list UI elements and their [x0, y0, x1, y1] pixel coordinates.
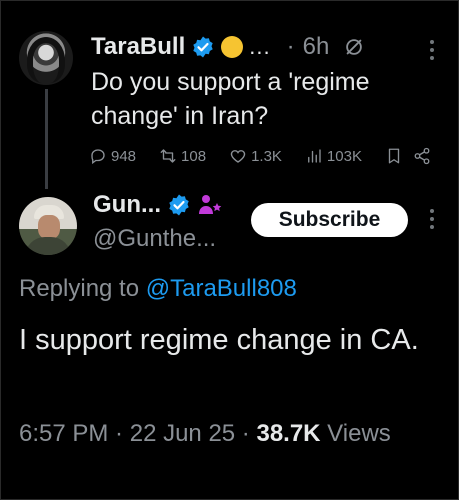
reply-more-icon[interactable] — [429, 208, 435, 230]
views-icon — [307, 149, 321, 163]
date-separator: · — [235, 420, 257, 447]
tweet-thread-frame: TaraBull ... · 6h Do you support a 'regi… — [0, 0, 459, 500]
affiliate-badge-icon — [199, 195, 222, 214]
avatar-body — [25, 237, 71, 255]
share-icon — [414, 147, 430, 165]
yellow-emoji-icon — [221, 36, 244, 58]
reply-author-name[interactable]: Gun... — [93, 191, 161, 219]
reply-button[interactable]: 948 — [89, 147, 136, 165]
repost-count: 108 — [181, 147, 207, 165]
parent-tweet-header: TaraBull ... · 6h — [91, 31, 365, 63]
thread-connector-line — [45, 89, 48, 189]
like-button[interactable]: 1.3K — [229, 147, 282, 165]
reply-avatar[interactable] — [19, 197, 77, 255]
replying-to-line: Replying to @TaraBull808 — [19, 275, 297, 303]
repost-button[interactable]: 108 — [159, 147, 206, 165]
parent-action-bar: 948 108 1.3K 103K — [89, 147, 431, 165]
avatar-face — [38, 215, 60, 239]
views-count[interactable]: 38.7K — [256, 420, 320, 447]
replying-prefix: Replying to — [19, 275, 146, 302]
reply-icon — [91, 149, 105, 165]
time-separator: · — [286, 33, 295, 60]
verified-badge-icon — [169, 194, 189, 216]
like-count: 1.3K — [251, 147, 282, 165]
verified-badge-icon — [193, 36, 213, 58]
subscribe-button[interactable]: Subscribe — [251, 203, 408, 237]
post-time[interactable]: 6h — [303, 33, 330, 61]
reply-author-handle[interactable]: @Gunthe... — [93, 225, 216, 253]
avatar[interactable] — [19, 31, 73, 85]
post-date[interactable]: 22 Jun 25 — [130, 420, 235, 447]
reply-tweet-text: I support regime change in CA. — [19, 324, 419, 356]
reply-count: 948 — [111, 147, 137, 165]
replying-mention-link[interactable]: @TaraBull808 — [146, 275, 297, 302]
bookmark-icon — [388, 148, 400, 164]
name-ellipsis: ... — [249, 34, 271, 59]
repost-icon — [160, 149, 176, 163]
share-button[interactable] — [413, 147, 431, 165]
avatar-hair — [27, 37, 65, 83]
time-separator: · — [108, 420, 130, 447]
views-button[interactable]: 103K — [305, 147, 362, 165]
post-time[interactable]: 6:57 PM — [19, 420, 108, 447]
grok-icon[interactable] — [343, 36, 365, 58]
reply-header: Gun... — [93, 191, 223, 219]
views-count: 103K — [326, 147, 362, 165]
author-name[interactable]: TaraBull — [91, 33, 185, 61]
parent-tweet-text: Do you support a 'regime change' in Iran… — [91, 68, 370, 130]
more-icon[interactable] — [429, 39, 435, 61]
like-icon — [230, 150, 246, 163]
timestamp-line: 6:57 PM · 22 Jun 25 · 38.7K Views — [19, 417, 439, 451]
bookmark-button[interactable] — [385, 147, 403, 165]
views-label: Views — [320, 420, 391, 447]
